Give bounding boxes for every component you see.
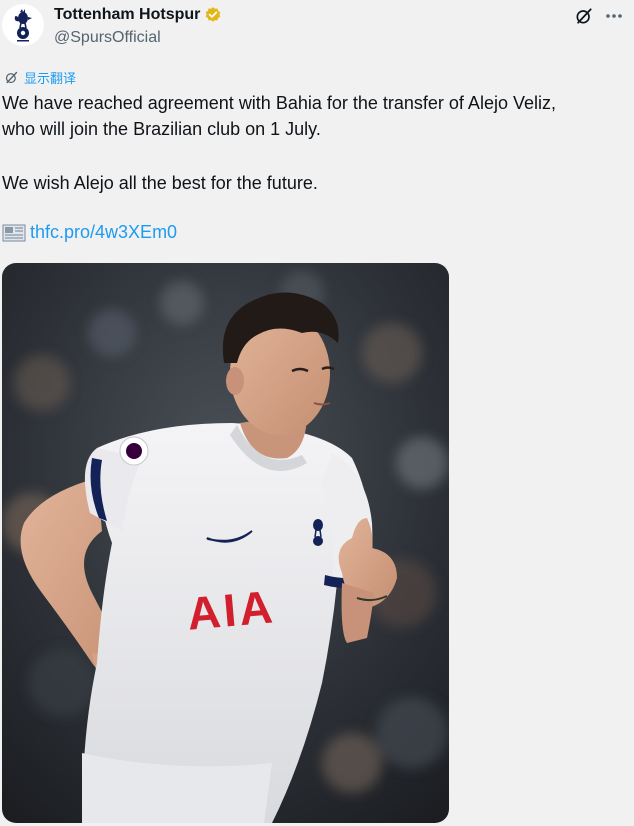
grok-icon[interactable]: [574, 6, 594, 26]
tweet: Tottenham Hotspur @SpursOfficial 显示翻译 We…: [0, 0, 634, 826]
link-row: thfc.pro/4w3XEm0: [2, 222, 177, 243]
article-link[interactable]: thfc.pro/4w3XEm0: [30, 222, 177, 243]
tweet-text-line-1: We have reached agreement with Bahia for…: [2, 93, 556, 113]
author-name-row: Tottenham Hotspur: [54, 6, 222, 24]
author-name[interactable]: Tottenham Hotspur: [54, 6, 200, 24]
translate-icon: [5, 71, 18, 84]
newspaper-icon: [2, 224, 26, 241]
tweet-photo[interactable]: AIA: [2, 263, 449, 823]
author-handle[interactable]: @SpursOfficial: [54, 29, 161, 47]
avatar[interactable]: [2, 4, 44, 46]
more-options-icon[interactable]: [604, 6, 624, 26]
tweet-text-line-2: who will join the Brazilian club on 1 Ju…: [2, 119, 321, 139]
translate-row[interactable]: 显示翻译: [4, 68, 76, 87]
tweet-text-paragraph-2: We wish Alejo all the best for the futur…: [2, 173, 318, 193]
top-actions: [574, 6, 624, 26]
player-photo: AIA: [2, 263, 449, 823]
shirt-sponsor-text: AIA: [185, 580, 277, 639]
show-translation-link[interactable]: 显示翻译: [24, 68, 76, 87]
verified-badge-icon[interactable]: [204, 6, 222, 24]
spurs-crest-icon: [14, 9, 32, 42]
tweet-text: We have reached agreement with Bahia for…: [2, 90, 622, 142]
